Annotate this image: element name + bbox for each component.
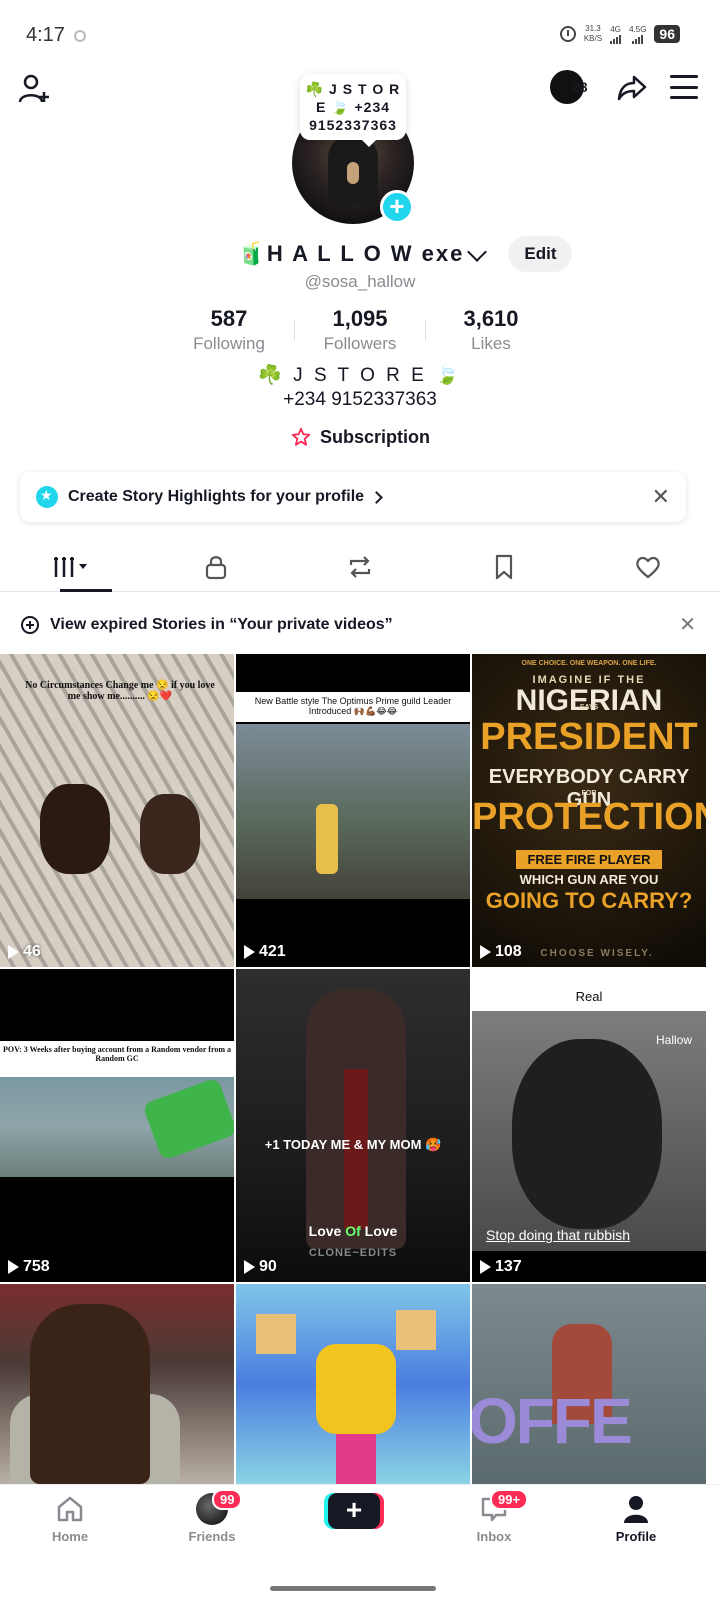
- network-speed: 31.3 KB/S: [583, 24, 603, 43]
- video-caption: +1 TODAY ME & MY MOM 🥵: [264, 1137, 442, 1152]
- subscription-link[interactable]: Subscription: [0, 426, 720, 448]
- play-icon: [8, 945, 19, 959]
- play-icon: [480, 945, 491, 959]
- status-icons: 31.3 KB/S 4G 4.5G 96: [559, 24, 680, 44]
- view-count: 758: [8, 1258, 50, 1276]
- bio: ☘️ J S T O R E 🍃 +234 9152337363: [0, 364, 720, 412]
- header-actions: 28: [550, 70, 698, 104]
- stat-followers[interactable]: 1,095 Followers: [295, 306, 425, 354]
- friends-badge: 99: [212, 1489, 243, 1510]
- nav-friends[interactable]: Friends 99: [162, 1489, 262, 1544]
- subscription-label: Subscription: [319, 426, 430, 447]
- video-thumbnail[interactable]: Real Hallow Stop doing that rubbish 137: [472, 969, 706, 1282]
- add-user-icon[interactable]: [18, 72, 52, 106]
- grid-videos-icon: [54, 556, 87, 577]
- video-caption: POV: 3 Weeks after buying account from a…: [0, 1041, 234, 1077]
- video-thumbnail[interactable]: [0, 1284, 234, 1484]
- video-thumbnail[interactable]: No Circumstances Change me 😒 if you love…: [0, 654, 234, 967]
- tab-liked[interactable]: [576, 542, 720, 591]
- expired-stories-row[interactable]: View expired Stories in “Your private vi…: [0, 600, 720, 650]
- view-count: 90: [244, 1258, 277, 1276]
- highlight-star-icon: [36, 486, 58, 508]
- create-button[interactable]: +: [328, 1493, 380, 1529]
- video-thumbnail[interactable]: OFFE: [472, 1284, 706, 1484]
- profile-tabs: [0, 542, 720, 592]
- name-row: 🧃H A L L O W exe Edit: [0, 236, 720, 272]
- username: @sosa_hallow: [304, 272, 416, 291]
- add-circle-icon: [21, 616, 39, 634]
- close-icon[interactable]: ✕: [679, 612, 696, 637]
- share-icon[interactable]: [616, 71, 648, 103]
- edit-profile-button[interactable]: Edit: [508, 236, 573, 272]
- story-highlights-banner[interactable]: Create Story Highlights for your profile…: [20, 472, 686, 522]
- video-thumbnail[interactable]: New Battle style The Optimus Prime guild…: [236, 654, 470, 967]
- close-icon[interactable]: ✕: [652, 484, 670, 510]
- notification-dot-icon: [74, 30, 86, 42]
- tab-private[interactable]: [144, 542, 288, 591]
- tab-favorites[interactable]: [432, 542, 576, 591]
- video-big-text: OFFE: [472, 1385, 633, 1457]
- video-thumbnail[interactable]: ONE CHOICE. ONE WEAPON. ONE LIFE. IMAGIN…: [472, 654, 706, 967]
- subscription-star-icon: [291, 427, 311, 446]
- profile-stats: 587 Following 1,095 Followers 3,610 Like…: [0, 306, 720, 354]
- lock-icon: [205, 555, 227, 579]
- chevron-down-icon[interactable]: [467, 242, 488, 262]
- inbox-badge: 99+: [490, 1489, 529, 1510]
- profile-icon: [624, 1496, 648, 1523]
- menu-icon[interactable]: [670, 75, 698, 99]
- expired-stories-text: View expired Stories in “Your private vi…: [50, 616, 393, 633]
- bottom-navigation: Home Friends 99 + Inbox 99+ Profile: [0, 1484, 720, 1600]
- play-icon: [8, 1260, 19, 1274]
- video-thumbnail[interactable]: POV: 3 Weeks after buying account from a…: [0, 969, 234, 1282]
- bio-line-1: ☘️ J S T O R E 🍃: [258, 365, 462, 386]
- view-count: 421: [244, 943, 286, 961]
- nav-inbox[interactable]: Inbox 99+: [444, 1489, 544, 1544]
- home-icon: [57, 1496, 83, 1522]
- stat-likes[interactable]: 3,610 Likes: [426, 306, 556, 354]
- tab-videos[interactable]: [0, 542, 144, 592]
- view-count: 108: [480, 943, 522, 961]
- video-thumbnail[interactable]: +1 TODAY ME & MY MOM 🥵 Love Of Love CLON…: [236, 969, 470, 1282]
- account-count: 28: [572, 79, 588, 95]
- video-label: Real: [575, 989, 603, 1004]
- alarm-icon: [559, 26, 576, 42]
- love-of-love-text: Love Of Love: [308, 1223, 398, 1239]
- add-story-icon[interactable]: +: [380, 190, 414, 224]
- repost-icon: [349, 555, 371, 578]
- play-icon: [480, 1260, 491, 1274]
- note-bubble[interactable]: ☘️ J S T O R E 🍃 +234 9152337363: [300, 74, 406, 147]
- chevron-right-icon: [370, 490, 383, 504]
- display-name[interactable]: 🧃H A L L O W exe: [238, 241, 465, 267]
- highlights-text: Create Story Highlights for your profile: [68, 488, 365, 505]
- watermark: Hallow: [655, 1033, 692, 1047]
- bookmark-icon: [495, 554, 513, 579]
- home-indicator[interactable]: [270, 1586, 436, 1591]
- video-caption: Stop doing that rubbish: [486, 1227, 630, 1243]
- nav-profile[interactable]: Profile: [586, 1493, 686, 1544]
- video-thumbnail[interactable]: [236, 1284, 470, 1484]
- play-icon: [244, 1260, 255, 1274]
- signal-4g-icon: 4G: [610, 25, 622, 44]
- view-count: 46: [8, 943, 41, 961]
- account-avatar[interactable]: 28: [550, 70, 588, 104]
- status-time: 4:17: [26, 24, 65, 46]
- heart-icon: [636, 556, 660, 578]
- play-icon: [244, 945, 255, 959]
- video-caption: New Battle style The Optimus Prime guild…: [236, 692, 470, 722]
- status-bar: 4:17 31.3 KB/S 4G 4.5G 96: [0, 0, 720, 72]
- signal-45g-icon: 4.5G: [629, 25, 646, 44]
- view-count: 137: [480, 1258, 522, 1276]
- nav-home[interactable]: Home: [20, 1493, 120, 1544]
- battery-indicator: 96: [654, 25, 680, 43]
- stat-following[interactable]: 587 Following: [164, 306, 294, 354]
- bio-line-2: +234 9152337363: [283, 389, 437, 410]
- video-caption: No Circumstances Change me 😒 if you love…: [25, 680, 215, 702]
- video-grid: No Circumstances Change me 😒 if you love…: [0, 654, 720, 1484]
- tab-reposts[interactable]: [288, 542, 432, 591]
